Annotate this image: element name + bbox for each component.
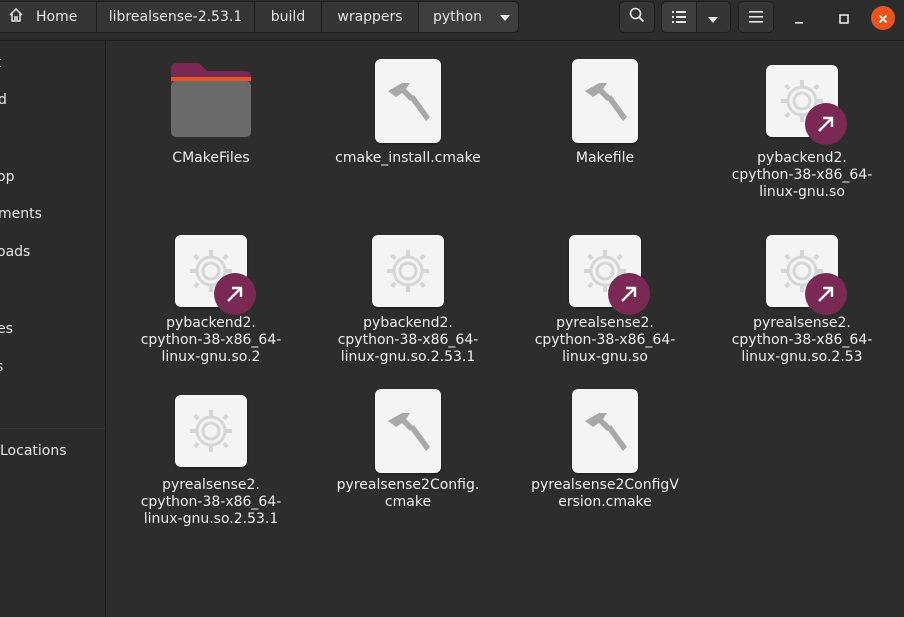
shared-library-icon <box>175 395 247 467</box>
places-sidebar: t d op ments oads es s Locations <box>0 41 106 617</box>
sidebar-item-other-locations[interactable]: Locations <box>0 443 67 459</box>
header-bar: Home librealsense-2.53.1 build wrappers … <box>0 0 904 41</box>
file-name-label: pyrealsense2. cpython-38-x86_64- linux-g… <box>534 315 676 365</box>
chevron-down-icon[interactable] <box>499 9 510 25</box>
close-icon <box>878 9 888 28</box>
symlink-arrow-icon <box>805 273 847 315</box>
shared-library-icon <box>766 65 847 145</box>
shared-library-icon <box>569 235 650 315</box>
sidebar-item-recent[interactable]: t <box>0 55 2 71</box>
file-name-label: CMakeFiles <box>172 150 250 166</box>
view-options-button[interactable] <box>697 2 731 32</box>
hammer-document-icon <box>572 59 638 143</box>
list-view-icon <box>671 8 686 27</box>
home-icon <box>8 7 24 27</box>
breadcrumb-build[interactable]: build <box>255 2 322 32</box>
search-icon <box>629 7 645 27</box>
symlink-arrow-icon <box>214 273 256 315</box>
shared-library-icon <box>766 235 847 315</box>
file-name-label: pyrealsense2Config. cmake <box>336 477 480 510</box>
main-menu-button[interactable] <box>738 1 774 33</box>
list-view-button[interactable] <box>662 2 697 32</box>
file-name-label: pybackend2. cpython-38-x86_64- linux-gnu… <box>140 315 282 365</box>
hammer-document-icon <box>375 389 441 473</box>
sidebar-item-downloads[interactable]: oads <box>0 244 30 260</box>
symlink-arrow-icon <box>608 273 650 315</box>
view-toggle-group <box>661 1 731 33</box>
file-name-label: pybackend2. cpython-38-x86_64- linux-gnu… <box>337 315 479 365</box>
hamburger-menu-icon <box>749 8 763 27</box>
symlink-arrow-icon <box>805 103 847 145</box>
maximize-button[interactable] <box>832 6 856 30</box>
hammer-document-icon <box>572 389 638 473</box>
breadcrumb: Home librealsense-2.53.1 build wrappers … <box>0 1 519 33</box>
minimize-button[interactable] <box>787 6 811 30</box>
shared-library-icon <box>372 235 444 307</box>
sidebar-item-starred[interactable]: d <box>0 92 7 108</box>
file-name-label: pyrealsense2. cpython-38-x86_64- linux-g… <box>140 477 282 527</box>
sidebar-item-pictures[interactable]: es <box>0 321 13 337</box>
search-button[interactable] <box>619 1 655 33</box>
breadcrumb-python-label: python <box>433 9 482 25</box>
file-name-label: cmake_install.cmake <box>335 150 481 166</box>
file-name-label: pyrealsense2ConfigV ersion.cmake <box>531 477 679 510</box>
chevron-down-icon <box>708 8 719 27</box>
sidebar-separator <box>0 428 105 429</box>
sidebar-item-desktop[interactable]: op <box>0 169 14 185</box>
minimize-icon <box>794 9 804 28</box>
breadcrumb-librealsense[interactable]: librealsense-2.53.1 <box>97 2 255 32</box>
close-button[interactable] <box>871 6 895 30</box>
shared-library-icon <box>175 235 256 315</box>
file-name-label: pyrealsense2. cpython-38-x86_64- linux-g… <box>731 315 873 365</box>
file-name-label: Makefile <box>575 150 635 166</box>
hammer-document-icon <box>375 59 441 143</box>
maximize-icon <box>839 9 849 28</box>
breadcrumb-home[interactable]: Home <box>0 2 97 32</box>
file-name-label: pybackend2. cpython-38-x86_64- linux-gnu… <box>731 150 873 200</box>
breadcrumb-python[interactable]: python <box>419 2 518 32</box>
folder-icon <box>169 61 253 143</box>
sidebar-item-videos[interactable]: s <box>0 359 3 375</box>
sidebar-item-documents[interactable]: ments <box>0 206 42 222</box>
breadcrumb-home-label: Home <box>36 9 78 25</box>
breadcrumb-wrappers[interactable]: wrappers <box>322 2 419 32</box>
